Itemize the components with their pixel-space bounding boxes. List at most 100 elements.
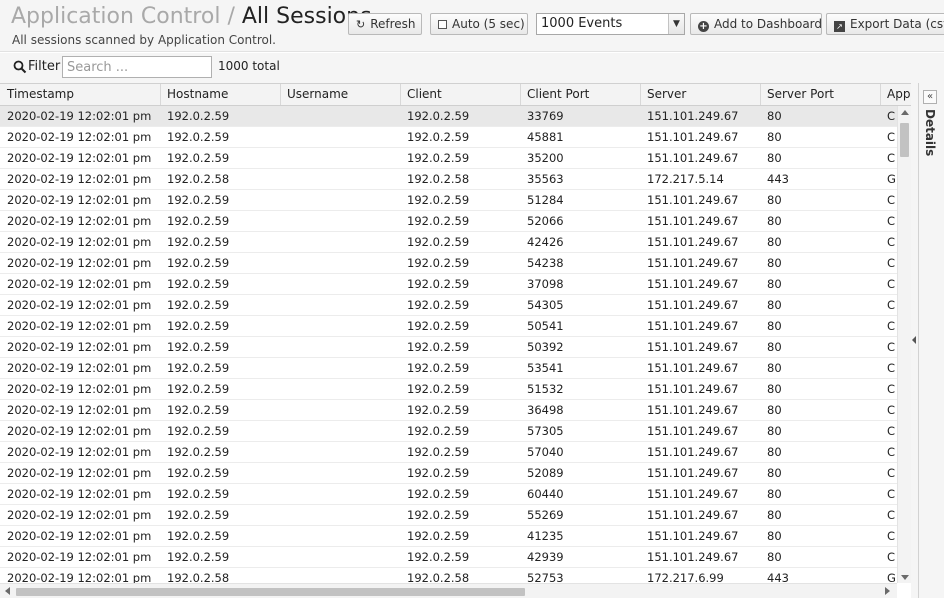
cell-client-port: 52753 [527, 571, 564, 583]
cell-hostname: 192.0.2.59 [167, 298, 230, 312]
column-header-username[interactable]: Username [281, 84, 401, 105]
cell-hostname: 192.0.2.59 [167, 466, 230, 480]
table-body: 2020-02-19 12:02:01 pm 192.0.2.59 192.0.2.… [0, 106, 897, 583]
cell-username [281, 421, 401, 441]
cell-hostname: 192.0.2.59 [167, 214, 230, 228]
table-row[interactable]: 2020-02-19 12:02:01 pm 192.0.2.59 192.0.2.… [0, 379, 897, 400]
refresh-button[interactable]: ↻ Refresh [348, 13, 422, 35]
cell-username [281, 274, 401, 294]
events-count-value: 1000 Events [541, 16, 623, 31]
scroll-left-icon[interactable] [5, 587, 10, 595]
scroll-right-icon[interactable] [885, 587, 890, 595]
table-row[interactable]: 2020-02-19 12:02:01 pm 192.0.2.59 192.0.2.… [0, 106, 897, 127]
cell-client-port: 54305 [527, 298, 564, 312]
table-row[interactable]: 2020-02-19 12:02:01 pm 192.0.2.59 192.0.2.… [0, 148, 897, 169]
table-row[interactable]: 2020-02-19 12:02:01 pm 192.0.2.58 192.0.2.… [0, 568, 897, 583]
table-row[interactable]: 2020-02-19 12:02:01 pm 192.0.2.59 192.0.2.… [0, 526, 897, 547]
panel-splitter[interactable] [911, 83, 918, 598]
cell-username [281, 505, 401, 525]
scroll-down-icon[interactable] [901, 575, 909, 580]
cell-username [281, 526, 401, 546]
column-header-server[interactable]: Server [641, 84, 761, 105]
cell-hostname: 192.0.2.59 [167, 529, 230, 543]
cell-hostname: 192.0.2.59 [167, 550, 230, 564]
cell-server: 151.101.249.67 [647, 382, 739, 396]
cell-application: C [887, 193, 896, 207]
cell-hostname: 192.0.2.59 [167, 235, 230, 249]
events-count-select[interactable]: 1000 Events ▼ [536, 13, 685, 35]
export-data-label: Export Data (csv) [850, 17, 944, 31]
table-row[interactable]: 2020-02-19 12:02:01 pm 192.0.2.59 192.0.2.… [0, 358, 897, 379]
table-row[interactable]: 2020-02-19 12:02:01 pm 192.0.2.58 192.0.2.… [0, 169, 897, 190]
column-header-application[interactable]: Application [881, 84, 911, 105]
app-title-link[interactable]: Application Control [11, 4, 220, 29]
cell-server-port: 80 [767, 235, 782, 249]
column-header-client-port[interactable]: Client Port [521, 84, 641, 105]
cell-timestamp: 2020-02-19 12:02:01 pm [7, 130, 152, 144]
table-row[interactable]: 2020-02-19 12:02:01 pm 192.0.2.59 192.0.2.… [0, 463, 897, 484]
cell-hostname: 192.0.2.58 [167, 172, 230, 186]
table-row[interactable]: 2020-02-19 12:02:01 pm 192.0.2.59 192.0.2.… [0, 274, 897, 295]
auto-refresh-toggle[interactable]: Auto (5 sec) [430, 13, 528, 35]
table-row[interactable]: 2020-02-19 12:02:01 pm 192.0.2.59 192.0.2.… [0, 400, 897, 421]
cell-client: 192.0.2.59 [407, 361, 470, 375]
scroll-up-icon[interactable] [901, 110, 909, 115]
auto-refresh-checkbox[interactable] [438, 20, 447, 29]
table-row[interactable]: 2020-02-19 12:02:01 pm 192.0.2.59 192.0.2.… [0, 295, 897, 316]
expand-arrow-icon[interactable] [912, 336, 916, 344]
table-header: Timestamp Hostname Username Client Clien… [0, 84, 911, 106]
table-row[interactable]: 2020-02-19 12:02:01 pm 192.0.2.59 192.0.2.… [0, 484, 897, 505]
cell-server-port: 80 [767, 130, 782, 144]
cell-username [281, 442, 401, 462]
table-row[interactable]: 2020-02-19 12:02:01 pm 192.0.2.59 192.0.2.… [0, 442, 897, 463]
cell-server-port: 80 [767, 550, 782, 564]
cell-client-port: 53541 [527, 361, 564, 375]
cell-server: 151.101.249.67 [647, 487, 739, 501]
cell-client-port: 37098 [527, 277, 564, 291]
column-header-client[interactable]: Client [401, 84, 521, 105]
cell-server: 172.217.5.14 [647, 172, 724, 186]
details-panel-label[interactable]: Details [923, 109, 937, 156]
cell-client-port: 45881 [527, 130, 564, 144]
horizontal-scrollbar[interactable] [0, 583, 897, 598]
column-header-timestamp[interactable]: Timestamp [1, 84, 161, 105]
cell-username [281, 463, 401, 483]
vertical-scrollbar[interactable] [897, 106, 911, 583]
cell-hostname: 192.0.2.59 [167, 382, 230, 396]
cell-server: 151.101.249.67 [647, 214, 739, 228]
cell-server: 151.101.249.67 [647, 151, 739, 165]
table-row[interactable]: 2020-02-19 12:02:01 pm 192.0.2.59 192.0.2.… [0, 211, 897, 232]
table-row[interactable]: 2020-02-19 12:02:01 pm 192.0.2.59 192.0.2.… [0, 421, 897, 442]
horizontal-scroll-thumb[interactable] [16, 588, 525, 596]
add-to-dashboard-button[interactable]: + Add to Dashboard [690, 13, 822, 35]
cell-application: G [887, 172, 896, 186]
cell-username [281, 547, 401, 567]
search-input[interactable] [62, 56, 212, 78]
chevron-down-icon[interactable]: ▼ [668, 14, 684, 34]
cell-application: C [887, 550, 896, 564]
cell-timestamp: 2020-02-19 12:02:01 pm [7, 571, 152, 583]
table-row[interactable]: 2020-02-19 12:02:01 pm 192.0.2.59 192.0.2.… [0, 190, 897, 211]
column-header-server-port[interactable]: Server Port [761, 84, 881, 105]
cell-application: C [887, 361, 896, 375]
cell-client-port: 35200 [527, 151, 564, 165]
cell-username [281, 484, 401, 504]
vertical-scroll-thumb[interactable] [900, 123, 909, 157]
cell-hostname: 192.0.2.59 [167, 256, 230, 270]
export-data-button[interactable]: ↗ Export Data (csv) [826, 13, 944, 35]
table-row[interactable]: 2020-02-19 12:02:01 pm 192.0.2.59 192.0.2.… [0, 505, 897, 526]
table-row[interactable]: 2020-02-19 12:02:01 pm 192.0.2.59 192.0.2.… [0, 337, 897, 358]
cell-timestamp: 2020-02-19 12:02:01 pm [7, 193, 152, 207]
column-header-hostname[interactable]: Hostname [161, 84, 281, 105]
table-row[interactable]: 2020-02-19 12:02:01 pm 192.0.2.59 192.0.2.… [0, 547, 897, 568]
table-row[interactable]: 2020-02-19 12:02:01 pm 192.0.2.59 192.0.2.… [0, 232, 897, 253]
double-chevron-left-icon[interactable]: « [923, 90, 937, 104]
table-row[interactable]: 2020-02-19 12:02:01 pm 192.0.2.59 192.0.2.… [0, 316, 897, 337]
details-panel[interactable]: « Details [918, 83, 944, 598]
cell-username [281, 232, 401, 252]
table-row[interactable]: 2020-02-19 12:02:01 pm 192.0.2.59 192.0.2.… [0, 127, 897, 148]
cell-timestamp: 2020-02-19 12:02:01 pm [7, 256, 152, 270]
table-row[interactable]: 2020-02-19 12:02:01 pm 192.0.2.59 192.0.2.… [0, 253, 897, 274]
cell-client-port: 41235 [527, 529, 564, 543]
cell-hostname: 192.0.2.59 [167, 403, 230, 417]
